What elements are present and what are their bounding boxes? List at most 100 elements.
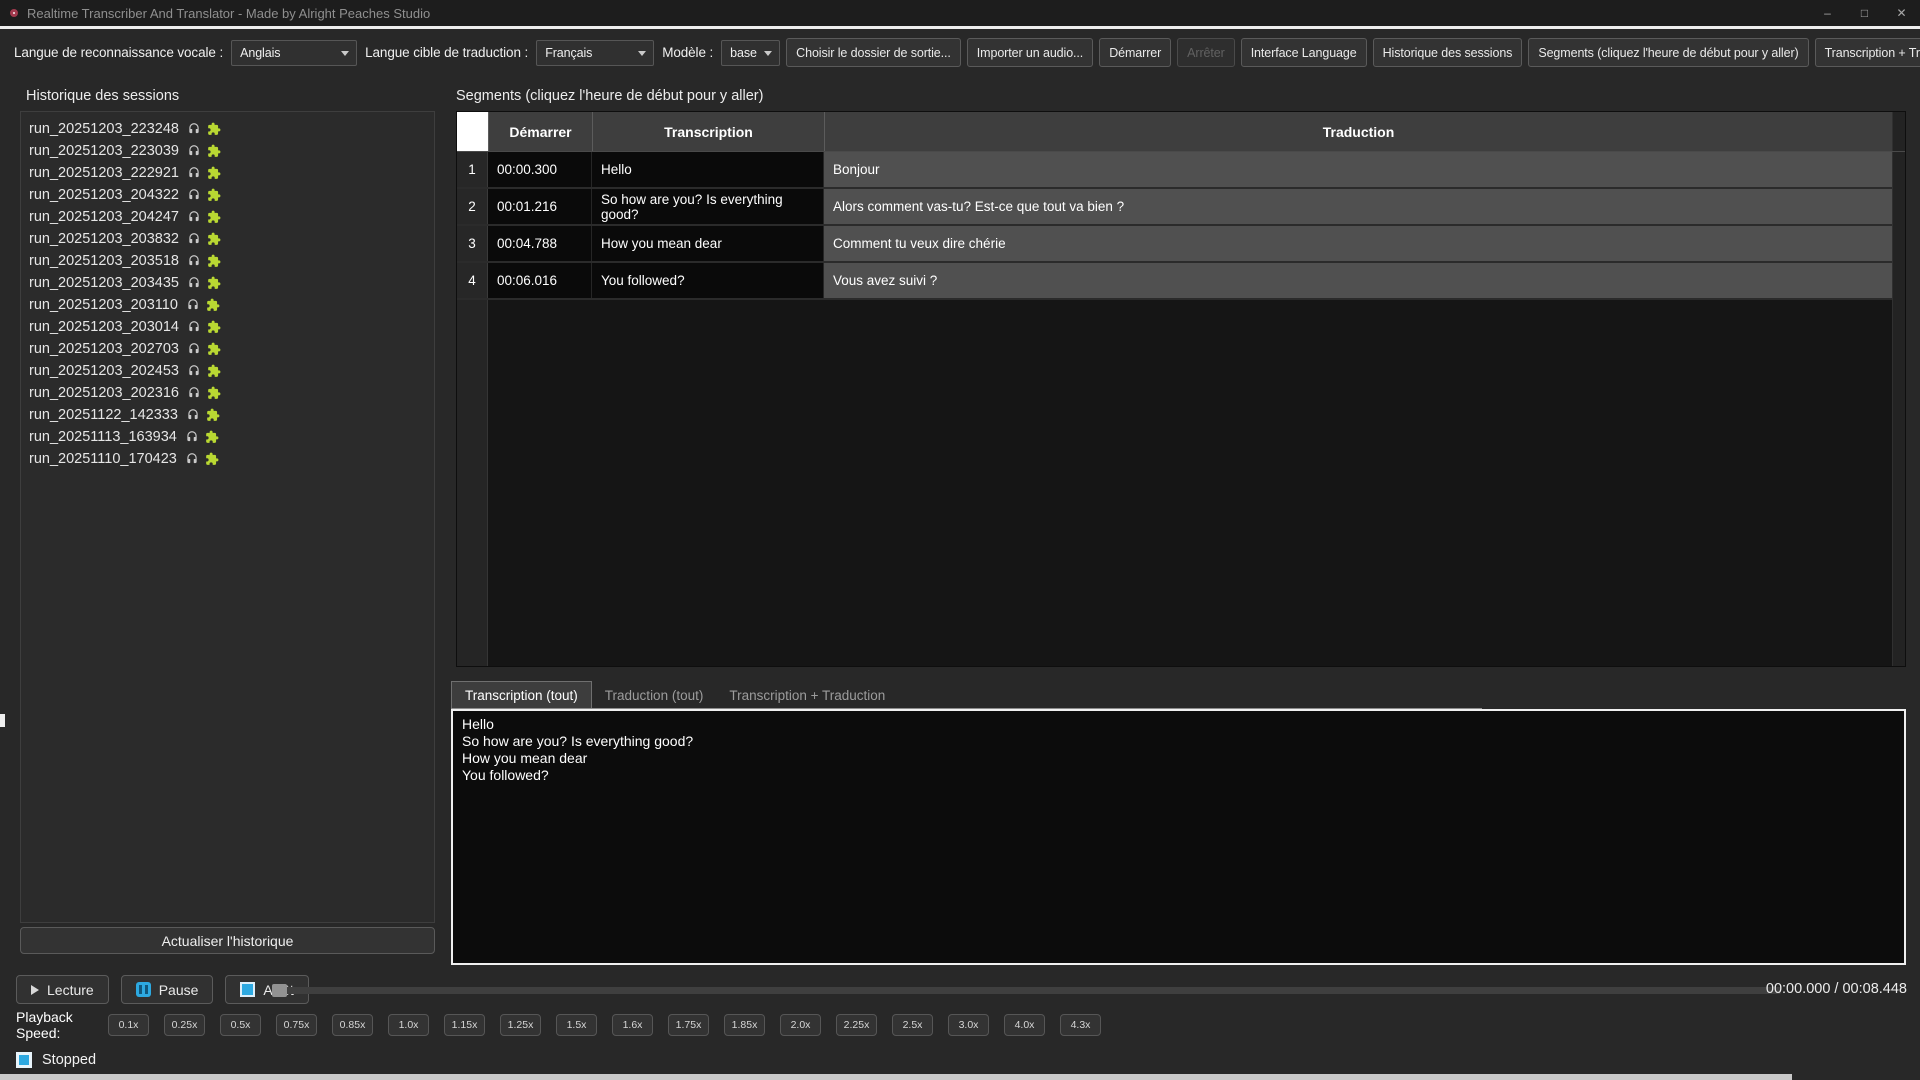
play-icon xyxy=(31,985,39,995)
target-language-value: Français xyxy=(545,46,592,60)
refresh-history-button[interactable]: Actualiser l'historique xyxy=(20,927,435,954)
segments-toggle-button[interactable]: Segments (cliquez l'heure de début pour … xyxy=(1528,38,1808,67)
seek-slider-handle[interactable] xyxy=(272,984,287,997)
puzzle-icon xyxy=(207,254,221,268)
output-tab[interactable]: Transcription + Traduction xyxy=(716,682,898,708)
session-list-item[interactable]: run_20251122_142333 xyxy=(21,404,434,426)
column-header-translation[interactable]: Traduction xyxy=(824,112,1892,151)
playback-speed-label: Playback Speed: xyxy=(16,1009,108,1041)
output-tab-label: Transcription (tout) xyxy=(465,688,578,703)
speed-button[interactable]: 1.25x xyxy=(500,1014,541,1036)
puzzle-icon xyxy=(207,188,221,202)
interface-language-button[interactable]: Interface Language xyxy=(1241,38,1367,67)
session-list-item[interactable]: run_20251203_223248 xyxy=(21,118,434,140)
model-select[interactable]: base xyxy=(721,40,780,66)
session-list-item[interactable]: run_20251203_203435 xyxy=(21,272,434,294)
headphones-icon xyxy=(187,166,201,180)
translation-cell[interactable]: Alors comment vas-tu? Est-ce que tout va… xyxy=(824,189,1892,224)
speed-button[interactable]: 2.5x xyxy=(892,1014,933,1036)
playback-time: 00:00.000 / 00:08.448 xyxy=(1766,981,1907,997)
output-tab[interactable]: Traduction (tout) xyxy=(592,682,717,708)
speed-button[interactable]: 0.25x xyxy=(164,1014,205,1036)
headphones-icon xyxy=(187,210,201,224)
speed-button[interactable]: 0.85x xyxy=(332,1014,373,1036)
table-corner-cell xyxy=(457,112,488,151)
horizontal-scrollbar[interactable] xyxy=(0,1074,1792,1080)
session-name: run_20251203_203435 xyxy=(29,275,179,291)
session-list-item[interactable]: run_20251203_204247 xyxy=(21,206,434,228)
transcription-toggle-button[interactable]: Transcription + Traduction xyxy=(1815,38,1920,67)
session-list-item[interactable]: run_20251203_204322 xyxy=(21,184,434,206)
column-header-start[interactable]: Démarrer xyxy=(488,112,592,151)
transcription-cell[interactable]: Hello xyxy=(592,152,824,187)
output-tab-label: Transcription + Traduction xyxy=(729,688,885,703)
session-list-item[interactable]: run_20251203_202316 xyxy=(21,382,434,404)
headphones-icon xyxy=(185,452,199,466)
close-button[interactable]: ✕ xyxy=(1883,0,1920,26)
session-name: run_20251203_222921 xyxy=(29,165,179,181)
speed-button[interactable]: 1.6x xyxy=(612,1014,653,1036)
start-time-cell[interactable]: 00:04.788 xyxy=(488,226,592,261)
app-window: Realtime Transcriber And Translator - Ma… xyxy=(0,0,1920,1080)
output-tab[interactable]: Transcription (tout) xyxy=(451,681,592,708)
puzzle-icon xyxy=(205,430,219,444)
speed-button[interactable]: 0.75x xyxy=(276,1014,317,1036)
speed-button[interactable]: 4.3x xyxy=(1060,1014,1101,1036)
start-time-cell[interactable]: 00:06.016 xyxy=(488,263,592,298)
speed-button[interactable]: 1.15x xyxy=(444,1014,485,1036)
title-bar: Realtime Transcriber And Translator - Ma… xyxy=(0,0,1920,26)
session-list-item[interactable]: run_20251113_163934 xyxy=(21,426,434,448)
session-list-item[interactable]: run_20251203_202703 xyxy=(21,338,434,360)
session-list-item[interactable]: run_20251110_170423 xyxy=(21,448,434,470)
transcript-textarea[interactable]: Hello So how are you? Is everything good… xyxy=(451,709,1906,965)
speed-button[interactable]: 2.25x xyxy=(836,1014,877,1036)
session-list-item[interactable]: run_20251203_222921 xyxy=(21,162,434,184)
translation-cell[interactable]: Vous avez suivi ? xyxy=(824,263,1892,298)
column-header-transcription[interactable]: Transcription xyxy=(592,112,824,151)
start-button[interactable]: Démarrer xyxy=(1099,38,1171,67)
seek-slider[interactable] xyxy=(272,987,1781,994)
translation-cell[interactable]: Comment tu veux dire chérie xyxy=(824,226,1892,261)
speed-button[interactable]: 1.5x xyxy=(556,1014,597,1036)
transcription-cell[interactable]: So how are you? Is everything good? xyxy=(592,189,824,224)
speed-button[interactable]: 2.0x xyxy=(780,1014,821,1036)
choose-output-folder-button[interactable]: Choisir le dossier de sortie... xyxy=(786,38,961,67)
speed-button[interactable]: 0.1x xyxy=(108,1014,149,1036)
session-list-item[interactable]: run_20251203_203832 xyxy=(21,228,434,250)
pause-button[interactable]: Pause xyxy=(121,975,214,1004)
table-body: 1 00:00.300 Hello Bonjour 2 00:01.216 So… xyxy=(457,152,1905,300)
splitter-handle[interactable] xyxy=(0,714,5,727)
history-toggle-button[interactable]: Historique des sessions xyxy=(1373,38,1523,67)
speed-button[interactable]: 3.0x xyxy=(948,1014,989,1036)
headphones-icon xyxy=(187,144,201,158)
play-button[interactable]: Lecture xyxy=(16,975,109,1004)
maximize-button[interactable]: □ xyxy=(1846,0,1883,26)
session-name: run_20251203_203832 xyxy=(29,231,179,247)
transcription-cell[interactable]: How you mean dear xyxy=(592,226,824,261)
session-list-item[interactable]: run_20251203_223039 xyxy=(21,140,434,162)
speed-button[interactable]: 4.0x xyxy=(1004,1014,1045,1036)
start-time-cell[interactable]: 00:00.300 xyxy=(488,152,592,187)
session-list-item[interactable]: run_20251203_202453 xyxy=(21,360,434,382)
pause-button-label: Pause xyxy=(159,982,199,998)
minimize-button[interactable]: – xyxy=(1809,0,1846,26)
transcription-cell[interactable]: You followed? xyxy=(592,263,824,298)
speech-language-select[interactable]: Anglais xyxy=(231,40,357,66)
speed-button[interactable]: 1.0x xyxy=(388,1014,429,1036)
translation-cell[interactable]: Bonjour xyxy=(824,152,1892,187)
session-list-item[interactable]: run_20251203_203014 xyxy=(21,316,434,338)
row-number-cell: 1 xyxy=(457,152,488,187)
play-button-label: Lecture xyxy=(47,982,94,998)
speed-button[interactable]: 1.75x xyxy=(668,1014,709,1036)
target-language-select[interactable]: Français xyxy=(536,40,654,66)
start-time-cell[interactable]: 00:01.216 xyxy=(488,189,592,224)
speed-button[interactable]: 1.85x xyxy=(724,1014,765,1036)
session-list-item[interactable]: run_20251203_203518 xyxy=(21,250,434,272)
headphones-icon xyxy=(187,254,201,268)
puzzle-icon xyxy=(207,166,221,180)
session-name: run_20251113_163934 xyxy=(29,429,177,445)
speed-button[interactable]: 0.5x xyxy=(220,1014,261,1036)
import-audio-button[interactable]: Importer un audio... xyxy=(967,38,1093,67)
puzzle-icon xyxy=(207,144,221,158)
session-list-item[interactable]: run_20251203_203110 xyxy=(21,294,434,316)
